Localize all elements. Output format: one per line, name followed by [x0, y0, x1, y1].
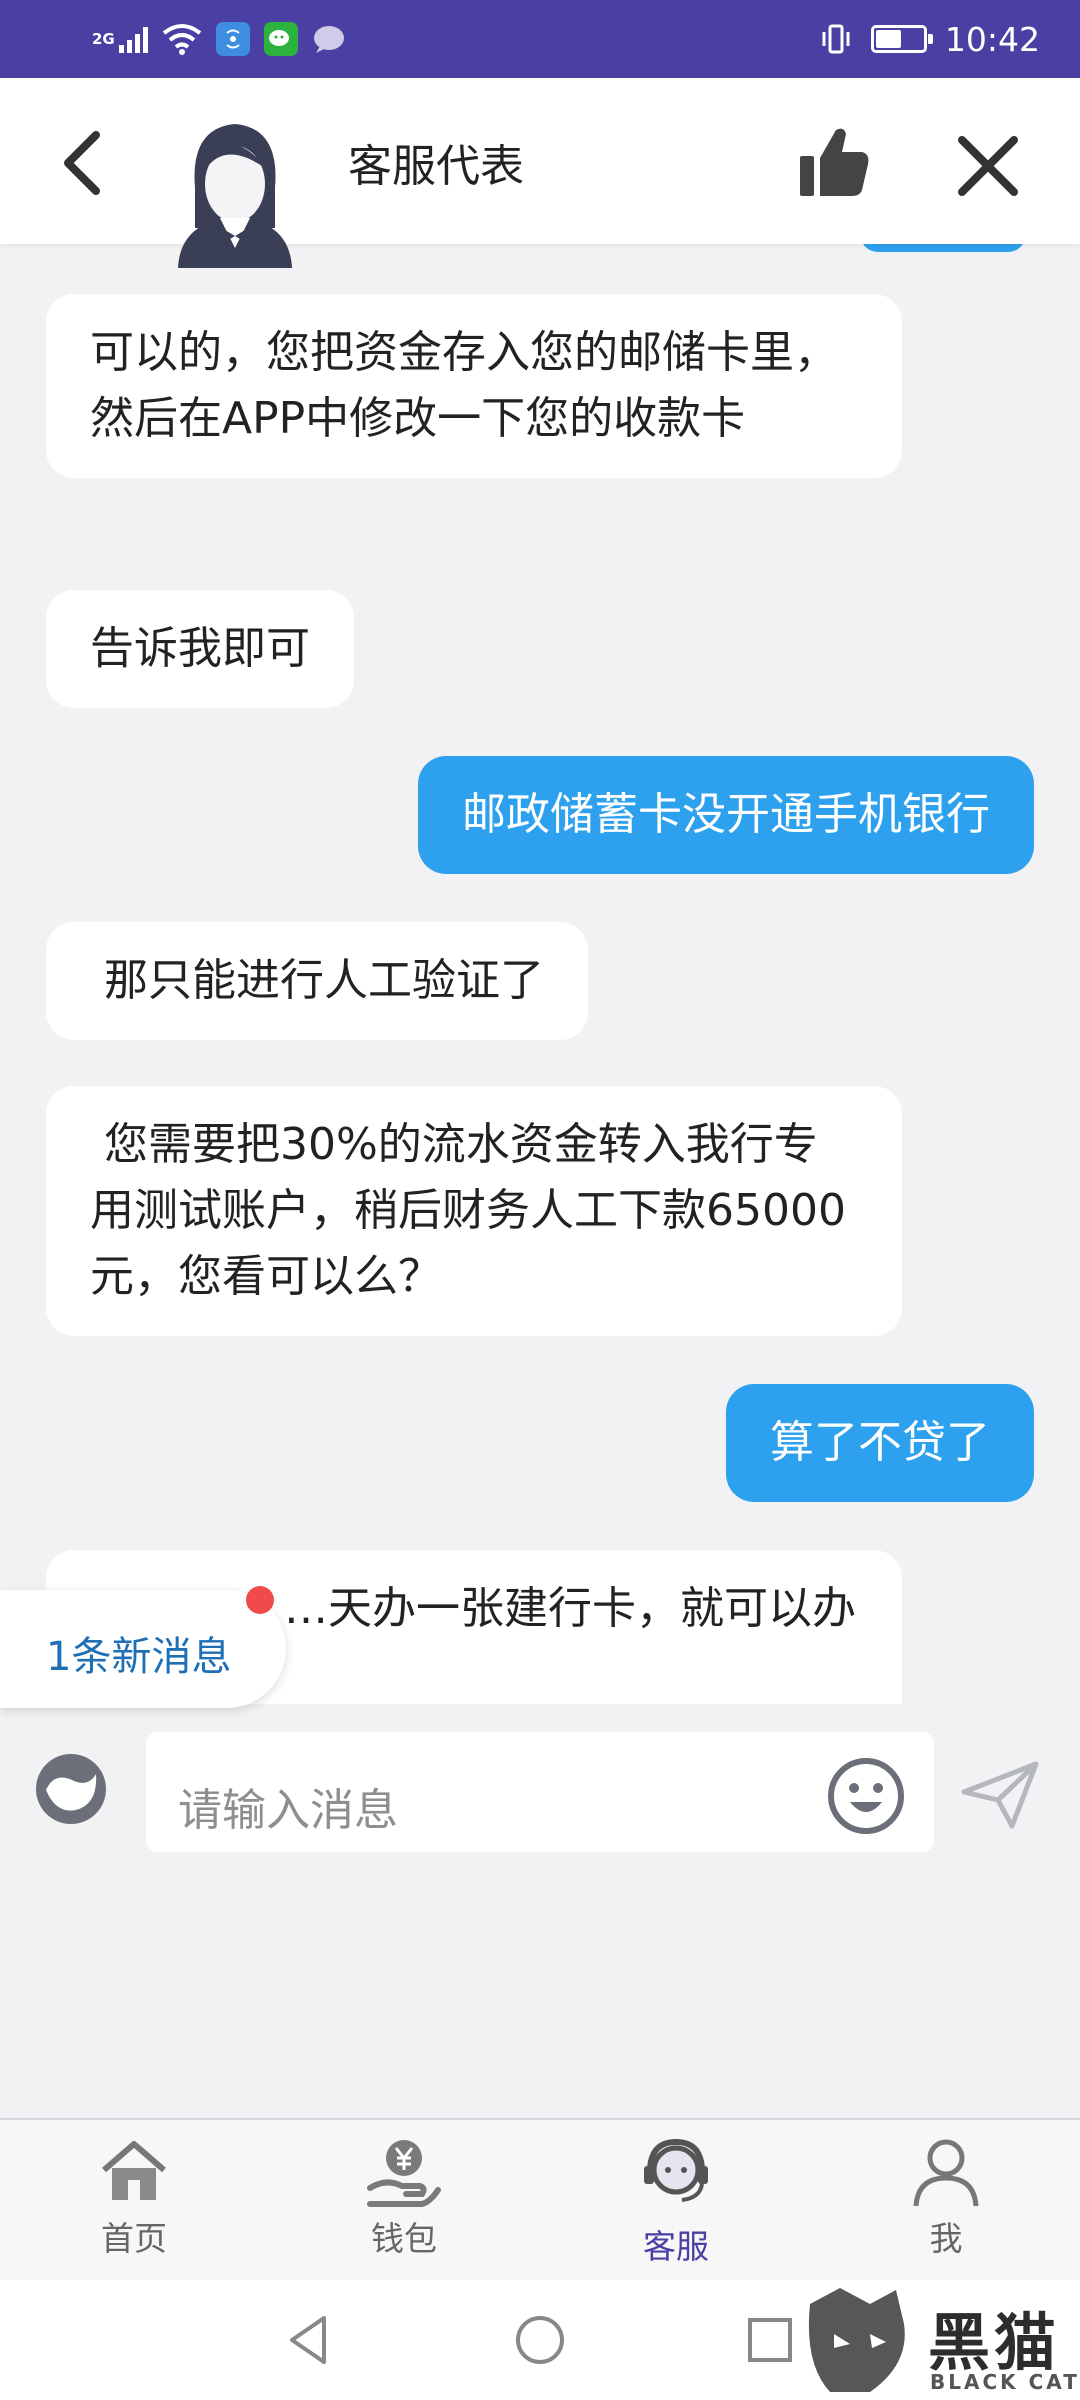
new-message-badge[interactable]: 1条新消息 — [0, 1590, 286, 1708]
recents-square-icon[interactable] — [740, 2310, 800, 2370]
message-text: …天办一张建行卡，就可以办 — [284, 1583, 856, 1634]
message-bubble-incoming: 告诉我即可 — [46, 590, 354, 708]
message-bubble-incoming: 那只能进行人工验证了 — [46, 922, 588, 1040]
message-text: 告诉我即可 — [90, 623, 310, 674]
nav-label: 我 — [929, 2219, 963, 2258]
status-left: 2G — [92, 16, 346, 62]
profile-icon — [913, 2139, 979, 2207]
wallet-icon — [367, 2140, 441, 2207]
agent-avatar — [178, 124, 292, 268]
battery-level — [875, 30, 902, 48]
customer-service-icon — [644, 2138, 708, 2202]
watermark-text: 黑猫 — [928, 2306, 1061, 2379]
message-text: 算了不贷了 — [770, 1417, 990, 1468]
nav-item-profile[interactable]: 我 — [846, 2120, 1046, 2282]
battery-icon — [870, 25, 933, 53]
message-bubble-incoming: 您需要把30%的流水资金转入我行专用测试账户，稍后财务人工下款65000元，您看… — [46, 1086, 902, 1336]
back-triangle-icon[interactable] — [280, 2310, 340, 2370]
nav-label: 首页 — [101, 2219, 167, 2258]
nav-label: 客服 — [643, 2227, 709, 2266]
bottom-navigation: 首页 钱包 客服 我 — [0, 2118, 1080, 2280]
wechat-icon — [263, 22, 298, 56]
new-message-label: 1条新消息 — [46, 1634, 232, 1680]
vibrate-icon — [822, 24, 850, 54]
nav-label: 钱包 — [371, 2219, 437, 2258]
black-cat-logo-icon — [808, 2288, 905, 2392]
black-cat-watermark: 黑猫 BLACK CAT — [800, 2284, 1080, 2400]
message-icon — [313, 26, 344, 53]
back-icon[interactable] — [50, 123, 120, 203]
page-title: 客服代表 — [348, 141, 524, 192]
send-icon[interactable] — [960, 1760, 1040, 1830]
status-right: 10:42 — [819, 16, 1040, 62]
home-icon — [102, 2141, 166, 2200]
status-time: 10:42 — [944, 19, 1040, 59]
unread-dot — [246, 1586, 274, 1614]
message-bubble-outgoing: 算了不贷了 — [726, 1384, 1034, 1502]
message-bubble-outgoing: 邮政储蓄卡没开通手机银行 — [418, 756, 1034, 874]
status-bar: 2G 10:42 — [0, 0, 1080, 78]
message-text: 可以的，您把资金存入您的邮储卡里，然后在APP中修改一下您的收款卡 — [90, 327, 838, 444]
nav-item-wallet[interactable]: 钱包 — [304, 2120, 504, 2282]
message-text: 那只能进行人工验证了 — [90, 955, 544, 1006]
message-bubble-incoming: 可以的，您把资金存入您的邮储卡里，然后在APP中修改一下您的收款卡 — [46, 294, 902, 478]
chat-message-list[interactable]: 可以的，您把资金存入您的邮储卡里，然后在APP中修改一下您的收款卡 告诉我即可 … — [0, 244, 1080, 1704]
nav-item-customer-service[interactable]: 客服 — [576, 2120, 776, 2282]
nav-item-home[interactable]: 首页 — [34, 2120, 234, 2282]
home-circle-icon[interactable] — [510, 2310, 570, 2370]
network-indicator: 2G — [92, 25, 148, 53]
network-type-label: 2G — [92, 29, 115, 48]
thumbs-up-icon[interactable] — [796, 122, 872, 202]
message-bubble-outgoing-partial — [860, 244, 1026, 252]
voice-icon[interactable] — [32, 1750, 110, 1828]
message-input-bar: 请输入消息 — [0, 1706, 1080, 1880]
message-text: 您需要把30%的流水资金转入我行专用测试账户，稍后财务人工下款65000元，您看… — [90, 1119, 846, 1302]
emoji-icon[interactable] — [826, 1756, 906, 1836]
message-input-placeholder: 请输入消息 — [178, 1785, 398, 1836]
close-icon[interactable] — [950, 128, 1026, 204]
watermark-subtext: BLACK CAT — [930, 2370, 1080, 2394]
chat-header: 客服代表 — [0, 78, 1080, 268]
signal-icon — [118, 25, 148, 53]
wifi-icon — [162, 24, 201, 55]
message-text: 邮政储蓄卡没开通手机银行 — [462, 789, 990, 840]
hotspot-icon — [215, 22, 250, 56]
